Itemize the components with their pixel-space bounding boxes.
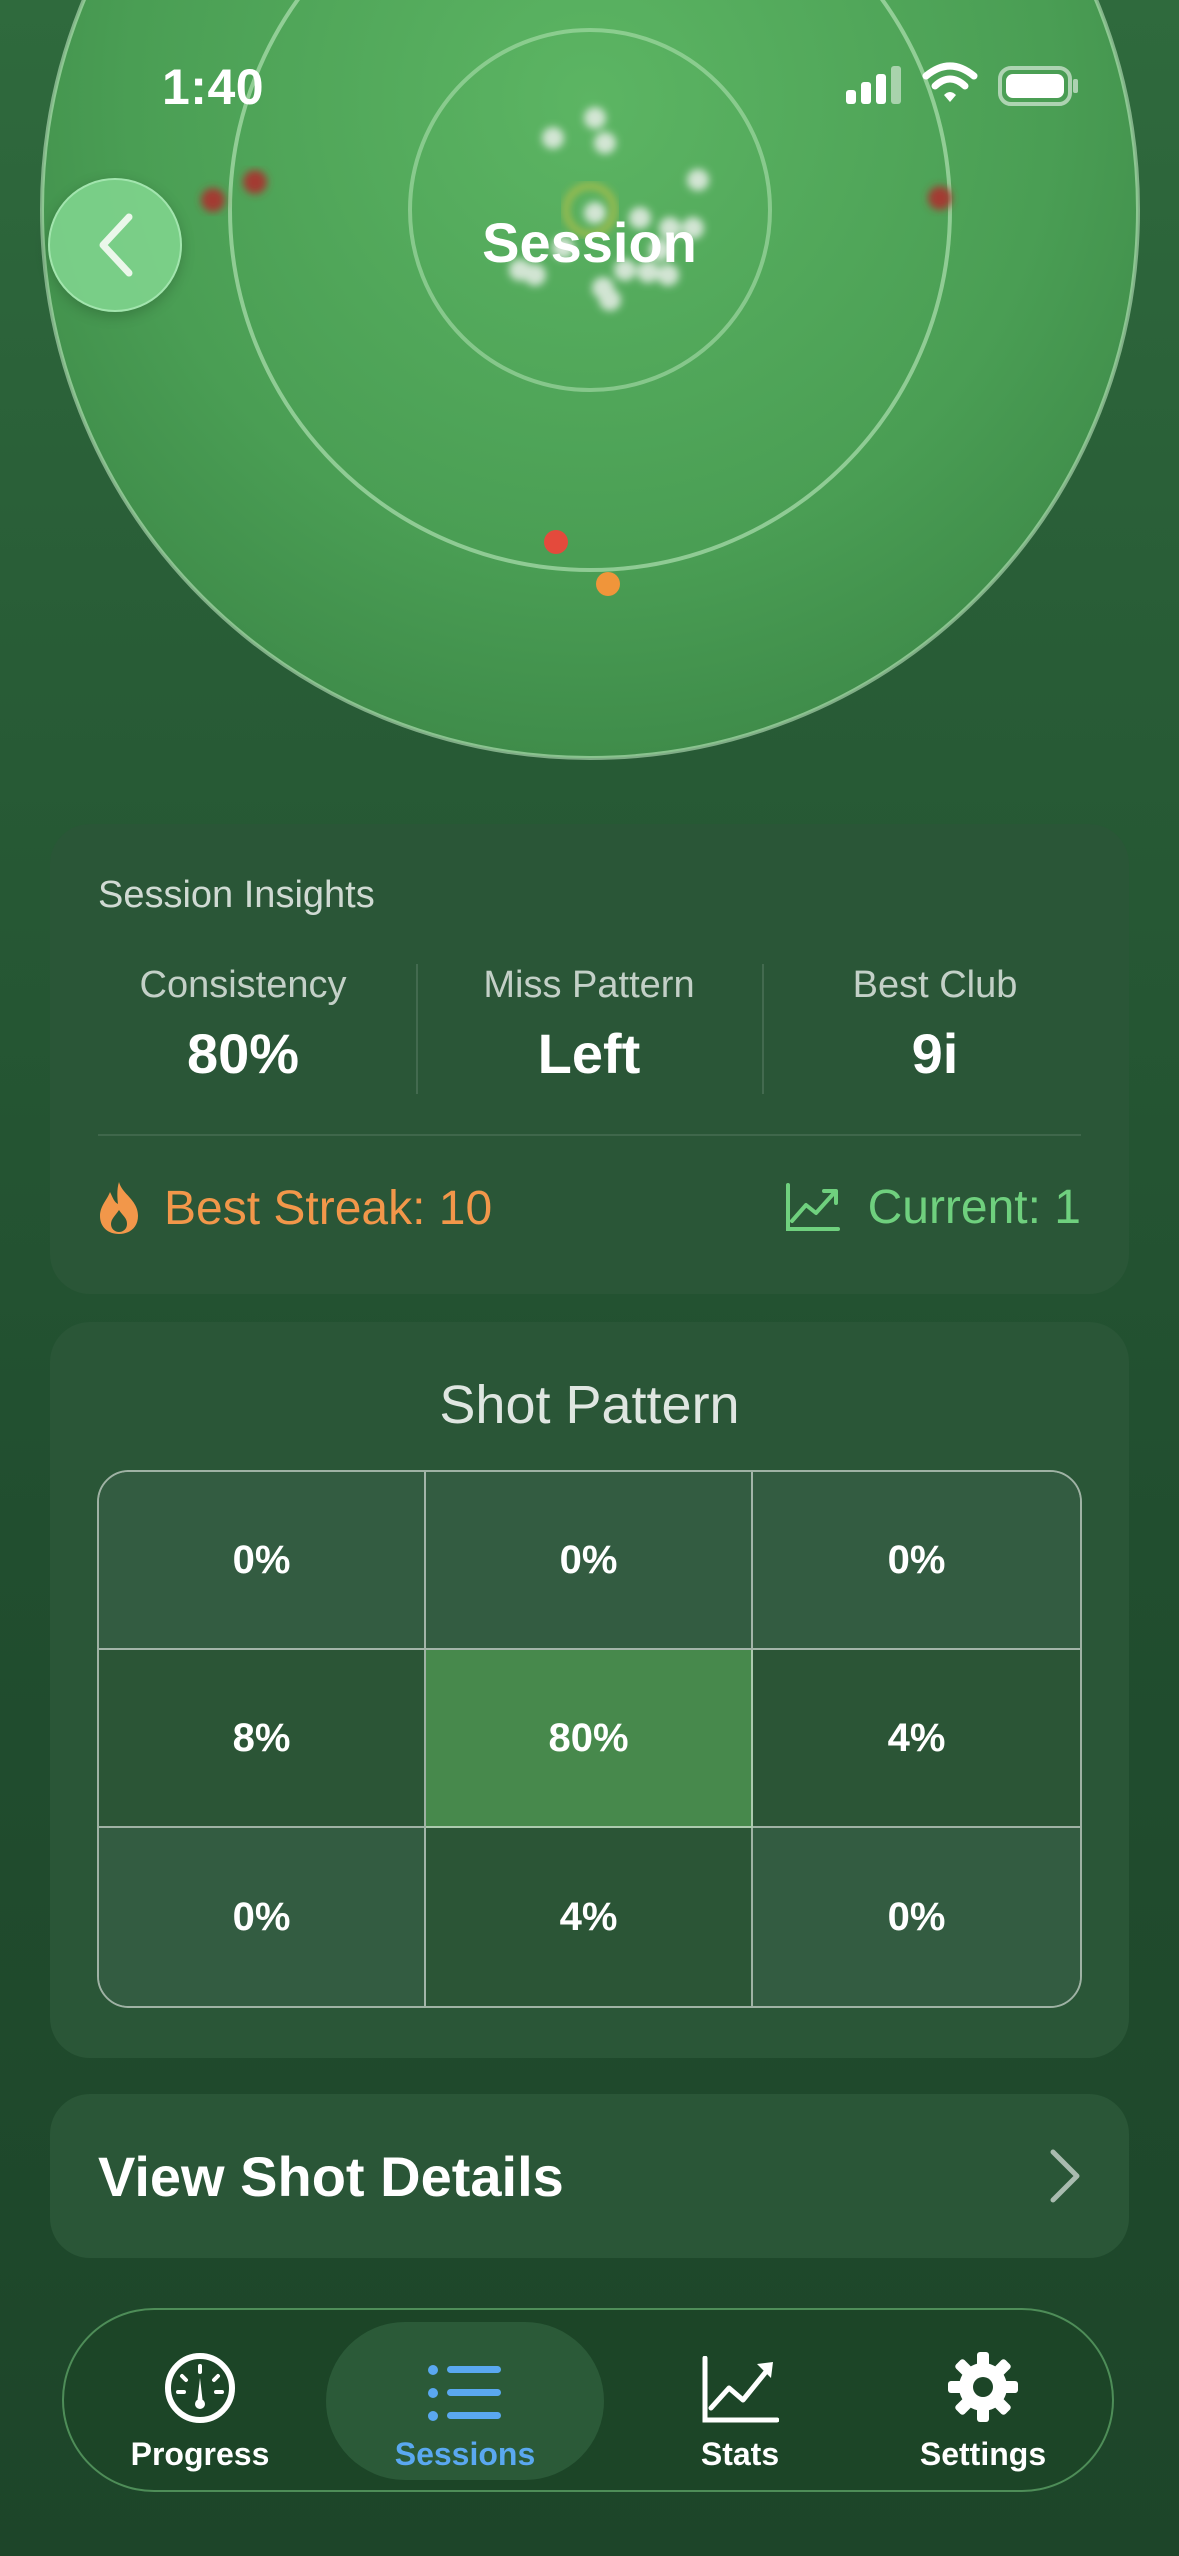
- current-streak: Current: 1: [784, 1180, 1081, 1235]
- grid-cell-top-left: 0%: [99, 1472, 426, 1650]
- stat-miss-pattern: Miss Pattern Left: [416, 964, 762, 1086]
- stat-consistency: Consistency 80%: [70, 964, 416, 1086]
- tab-settings[interactable]: Settings: [870, 2322, 1096, 2480]
- grid-cell-top-right: 0%: [753, 1472, 1080, 1650]
- page-title: Session: [482, 211, 697, 274]
- shot-pattern-title: Shot Pattern: [439, 1375, 740, 1435]
- grid-cell-bottom-center: 4%: [426, 1828, 753, 2006]
- view-shot-details-label: View Shot Details: [98, 2145, 564, 2208]
- grid-cell-middle-left: 8%: [99, 1650, 426, 1828]
- session-insights-card: Session Insights Consistency 80% Miss Pa…: [50, 824, 1129, 1294]
- tab-progress[interactable]: Progress: [84, 2322, 316, 2480]
- view-shot-details-button[interactable]: View Shot Details: [50, 2094, 1129, 2258]
- divider: [98, 1134, 1081, 1136]
- stat-label: Consistency: [139, 964, 347, 1006]
- status-time: 1:40: [162, 59, 265, 115]
- trend-up-icon: [785, 1182, 840, 1231]
- flame-icon: [100, 1182, 138, 1234]
- tab-sessions[interactable]: Sessions: [326, 2322, 604, 2480]
- grid-cell-top-center: 0%: [426, 1472, 753, 1650]
- miss-shot-red: [544, 530, 568, 554]
- best-streak: Best Streak: 10: [96, 1180, 492, 1236]
- current-streak-text: Current: 1: [867, 1181, 1081, 1234]
- stat-label: Best Club: [852, 964, 1018, 1006]
- grid-cell-bottom-left: 0%: [99, 1828, 426, 2006]
- miss-shot-orange: [596, 572, 620, 596]
- cellular-signal-icon: [846, 66, 901, 104]
- gear-icon: [948, 2352, 1018, 2422]
- stat-value: Left: [537, 1022, 641, 1085]
- shot-pattern-grid: 0% 0% 0% 8% 80% 4% 0% 4% 0%: [97, 1470, 1082, 2008]
- tab-bar: Progress Sessions Stats Settings: [62, 2308, 1114, 2492]
- tab-stats[interactable]: Stats: [624, 2322, 856, 2480]
- chart-icon: [702, 2356, 779, 2423]
- tab-label: Sessions: [394, 2436, 536, 2472]
- list-icon: [428, 2365, 501, 2421]
- stat-value: 80%: [186, 1022, 300, 1085]
- battery-icon: [998, 66, 1078, 106]
- best-streak-text: Best Streak: 10: [164, 1181, 493, 1235]
- grid-cell-bottom-right: 0%: [753, 1828, 1080, 2006]
- stat-value: 9i: [911, 1022, 959, 1085]
- wifi-icon: [922, 62, 978, 102]
- stat-label: Miss Pattern: [483, 964, 695, 1006]
- tab-label: Stats: [700, 2436, 780, 2472]
- chevron-right-icon: [1050, 2149, 1080, 2203]
- tab-label: Settings: [919, 2436, 1047, 2472]
- shot-pattern-card: Shot Pattern 0% 0% 0% 8% 80% 4% 0% 4% 0%: [50, 1322, 1129, 2058]
- gauge-icon: [165, 2353, 235, 2423]
- status-bar: 1:40: [0, 0, 1179, 160]
- grid-cell-center: 80%: [426, 1650, 753, 1828]
- grid-cell-middle-right: 4%: [753, 1650, 1080, 1828]
- stat-best-club: Best Club 9i: [762, 964, 1108, 1086]
- tab-label: Progress: [130, 2436, 270, 2472]
- insights-heading: Session Insights: [98, 874, 375, 916]
